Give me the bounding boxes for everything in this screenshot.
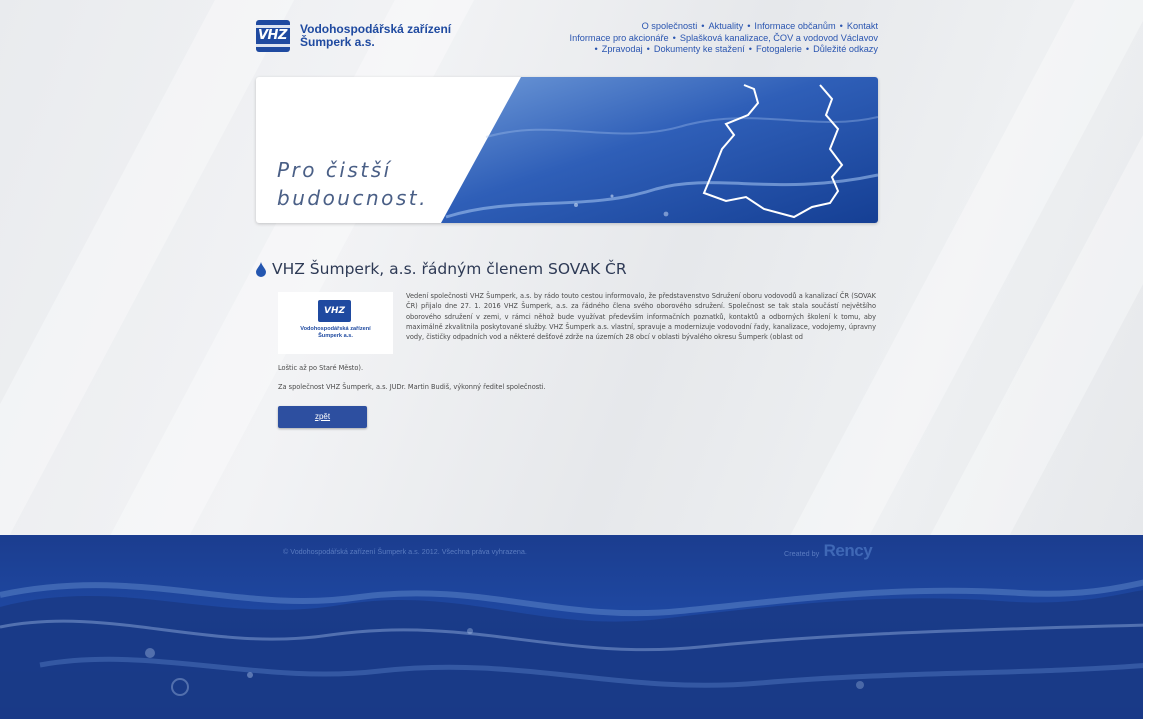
site-footer: © Vodohospodářská zařízení Šumperk a.s. …	[0, 535, 1151, 719]
created-by-label: Created by	[784, 549, 820, 558]
nav-link-informace-pro-akcionare[interactable]: Informace pro akcionáře	[570, 33, 669, 43]
slogan-line1: Pro čistší	[277, 158, 392, 182]
article-signature: Za společnost VHZ Šumperk, a.s. JUDr. Ma…	[278, 383, 546, 391]
nav-link-dokumenty[interactable]: Dokumenty ke stažení	[654, 44, 745, 54]
nav-separator: •	[594, 44, 598, 55]
article-paragraph: Vedení společnosti VHZ Šumperk, a.s. by …	[406, 292, 876, 342]
nav-link-kanalizace-vaclavov[interactable]: Splašková kanalizace, ČOV a vodovod Václ…	[680, 33, 878, 43]
main-navigation: O společnosti • Aktuality • Informace občanů…	[458, 21, 878, 56]
banner-slogan: Pro čistší budoucnost.	[277, 156, 428, 212]
nav-separator: •	[747, 21, 751, 31]
thumb-line1: Vodohospodářská zařízení	[300, 326, 371, 332]
nav-row-1: O společnosti • Aktuality • Informace občanů…	[458, 21, 878, 33]
nav-separator: •	[748, 44, 752, 55]
slogan-line2: budoucnost.	[277, 186, 429, 210]
nav-separator: •	[839, 21, 843, 31]
article-paragraph-continuation: Loštic až po Staré Město).	[278, 364, 364, 372]
logo-text: Vodohospodářská zařízení Šumperk a.s.	[300, 23, 451, 49]
nav-row-2: Informace pro akcionáře • Splašková kanali…	[458, 33, 878, 45]
nav-link-kontakt[interactable]: Kontakt	[847, 21, 878, 31]
article-title: VHZ Šumperk, a.s. řádným členem SOVAK ČR	[256, 260, 627, 278]
thumbnail-logo-mark: VHZ	[318, 300, 351, 322]
footer-copyright: © Vodohospodářská zařízení Šumperk a.s. …	[283, 547, 527, 556]
nav-separator: •	[805, 44, 810, 55]
nav-link-dulezite-odkazy[interactable]: Důležité odkazy	[813, 44, 878, 54]
site-logo[interactable]: VHZ Vodohospodářská zařízení Šumperk a.s…	[256, 20, 456, 58]
nav-separator: •	[701, 21, 705, 31]
logo-mark: VHZ	[256, 20, 290, 52]
article-title-text: VHZ Šumperk, a.s. řádným členem SOVAK ČR	[272, 260, 627, 278]
thumbnail-logo-text: Vodohospodářská zařízení Šumperk a.s.	[278, 326, 393, 340]
nav-link-o-spolecnosti[interactable]: O společnosti	[642, 21, 698, 31]
nav-link-informace-obcanum[interactable]: Informace občanům	[754, 21, 835, 31]
nav-separator: •	[646, 44, 650, 55]
hero-banner: Pro čistší budoucnost.	[256, 77, 878, 223]
nav-separator: •	[672, 32, 676, 43]
logo-abbr: VHZ	[258, 28, 287, 43]
nav-row-3: • Zpravodaj • Dokumenty ke stažení • Fotogale…	[458, 44, 878, 56]
rency-logo: Rency	[823, 541, 873, 560]
water-drop-icon	[256, 262, 266, 277]
back-button[interactable]: zpět	[278, 406, 367, 428]
nav-link-aktuality[interactable]: Aktuality	[708, 21, 743, 31]
logo-line2: Šumperk a.s.	[300, 35, 375, 49]
window-edge	[1143, 0, 1151, 719]
article-thumbnail: VHZ Vodohospodářská zařízení Šumperk a.s…	[278, 292, 393, 354]
footer-water-image	[0, 578, 1151, 719]
thumb-line2: Šumperk a.s.	[318, 333, 353, 339]
nav-link-zpravodaj[interactable]: Zpravodaj	[602, 44, 643, 54]
nav-link-fotogalerie[interactable]: Fotogalerie	[756, 44, 802, 54]
footer-credit[interactable]: Created by Rency	[784, 541, 873, 561]
